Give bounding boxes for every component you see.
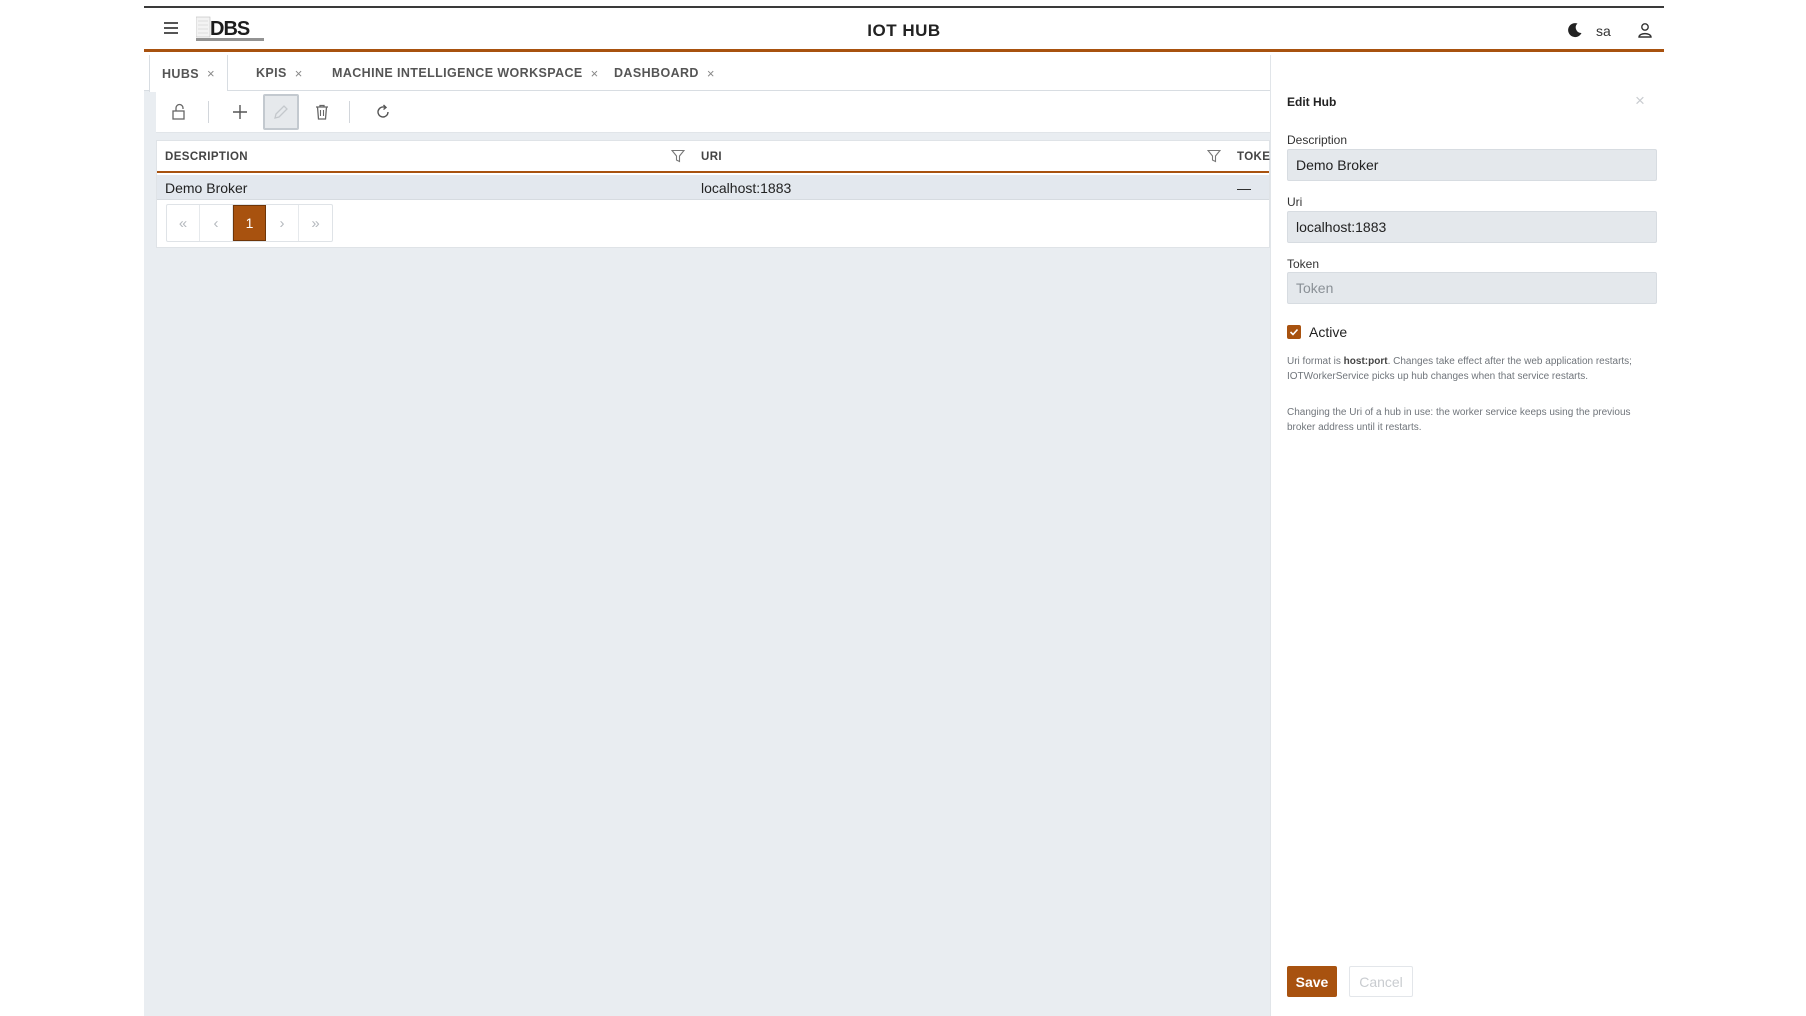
pagination: « ‹ 1 › »	[166, 204, 333, 242]
unlock-button[interactable]	[161, 94, 197, 130]
tab-close-icon[interactable]: ×	[591, 66, 599, 81]
tab-dashboard[interactable]: DASHBOARD ×	[602, 55, 727, 91]
description-label: Description	[1287, 133, 1348, 147]
close-icon[interactable]: ×	[1635, 91, 1645, 111]
menu-icon[interactable]	[164, 22, 178, 36]
help-text-uri-change: Changing the Uri of a hub in use: the wo…	[1287, 407, 1631, 433]
refresh-icon	[377, 104, 389, 118]
plus-icon	[233, 105, 247, 119]
prev-page-button[interactable]: ‹	[200, 205, 233, 241]
help-text: Uri format is	[1287, 356, 1344, 367]
tab-bar: HUBS × KPIS × MACHINE INTELLIGENCE WORKS…	[144, 55, 1270, 92]
cell-token: —	[1237, 180, 1251, 196]
add-button[interactable]	[222, 94, 258, 130]
tab-label: MACHINE INTELLIGENCE WORKSPACE	[332, 66, 583, 80]
panel-title: Edit Hub	[1287, 95, 1337, 109]
column-header-token[interactable]: TOKEN	[1237, 151, 1271, 163]
page-number-button[interactable]: 1	[233, 205, 266, 241]
toolbar-divider	[208, 101, 209, 123]
cell-uri: localhost:1883	[701, 180, 792, 196]
uri-input[interactable]	[1287, 211, 1657, 243]
main-content: HUBS × KPIS × MACHINE INTELLIGENCE WORKS…	[144, 55, 1271, 1016]
user-name[interactable]: sa	[1596, 23, 1611, 39]
table-row[interactable]: Demo Broker localhost:1883 —	[157, 175, 1269, 200]
uri-label: Uri	[1287, 195, 1303, 209]
app-window: DBS IOT HUB sa HUBS × KPIS × MACHINE INT…	[144, 6, 1664, 1016]
hubs-grid: DESCRIPTION URI TOKEN Demo Broker localh…	[156, 140, 1271, 248]
edit-button[interactable]	[263, 94, 299, 130]
last-page-button[interactable]: »	[299, 205, 332, 241]
app-title: IOT HUB	[867, 21, 941, 40]
edit-hub-panel: Edit Hub × Description Uri Token Active …	[1270, 55, 1664, 1016]
app-header: DBS IOT HUB sa	[144, 8, 1664, 52]
column-header-uri[interactable]: URI	[701, 151, 722, 163]
pencil-icon	[274, 105, 288, 119]
tab-machine-intelligence-workspace[interactable]: MACHINE INTELLIGENCE WORKSPACE ×	[320, 55, 611, 91]
next-page-button[interactable]: ›	[266, 205, 299, 241]
active-label[interactable]: Active	[1309, 324, 1347, 340]
unlock-icon	[172, 103, 185, 120]
tab-close-icon[interactable]: ×	[295, 66, 303, 81]
tab-hubs[interactable]: HUBS ×	[149, 55, 229, 92]
trash-icon	[316, 104, 328, 120]
checkmark-icon	[1289, 328, 1299, 336]
filter-icon[interactable]	[671, 149, 685, 163]
cell-description: Demo Broker	[165, 180, 248, 196]
user-icon[interactable]	[1636, 21, 1654, 39]
column-header-description[interactable]: DESCRIPTION	[165, 151, 248, 163]
help-text-uri-format: Uri format is host:port. Changes take ef…	[1287, 354, 1637, 384]
tab-kpis[interactable]: KPIS ×	[244, 55, 315, 91]
tab-label: DASHBOARD	[614, 66, 699, 80]
grid-header: DESCRIPTION URI TOKEN	[157, 141, 1271, 173]
tab-close-icon[interactable]: ×	[207, 66, 215, 81]
filter-icon[interactable]	[1207, 149, 1221, 163]
tab-label: HUBS	[162, 66, 200, 81]
cancel-button[interactable]: Cancel	[1349, 966, 1413, 997]
token-label: Token	[1287, 257, 1320, 271]
help-text-emphasis: host:port	[1343, 356, 1388, 367]
svg-text:DBS: DBS	[210, 18, 250, 40]
save-button[interactable]: Save	[1287, 966, 1337, 997]
tab-label: KPIS	[256, 66, 287, 80]
active-checkbox[interactable]	[1287, 325, 1301, 339]
delete-button[interactable]	[304, 94, 340, 130]
description-input[interactable]	[1287, 149, 1657, 181]
toolbar-divider	[349, 101, 350, 123]
dbs-logo: DBS	[196, 16, 264, 41]
first-page-button[interactable]: «	[167, 205, 200, 241]
tab-close-icon[interactable]: ×	[707, 66, 715, 81]
token-input[interactable]	[1287, 272, 1657, 304]
grid-toolbar	[156, 91, 1270, 133]
moon-icon[interactable]	[1566, 21, 1584, 39]
refresh-button[interactable]	[365, 94, 401, 130]
